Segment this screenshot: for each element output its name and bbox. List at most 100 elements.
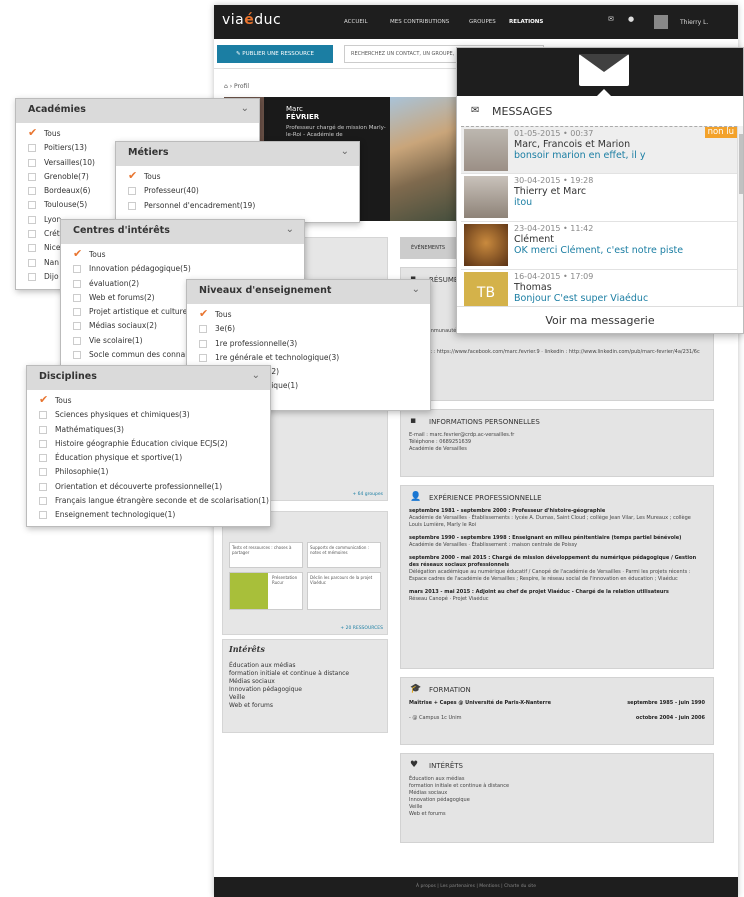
filter-option[interactable]: ✔ Tous [128,170,359,184]
avatar[interactable] [654,15,668,29]
message-item[interactable]: 30-04-2015 • 19:28 Thierry et Marc itou [461,174,737,222]
user-name[interactable]: Thierry L. [680,19,708,26]
info-email[interactable]: E-mail : marc.fevrier@crdp.ac-versailles… [401,432,713,439]
checkbox[interactable] [28,172,36,181]
filter-option[interactable]: Histoire géographie Éducation civique EC… [39,437,270,451]
more-resources-link[interactable]: + 20 RESSOURCES [340,626,383,631]
filter-option[interactable]: Innovation pédagogique(5) [73,262,304,276]
message-sender: Clément [514,234,554,245]
checkbox[interactable] [28,272,36,281]
checkmark-icon[interactable]: ✔ [199,308,208,321]
checkbox[interactable] [39,482,47,491]
resume-links[interactable]: facebook : https://www.facebook.com/marc… [401,349,713,356]
message-list: 01-05-2015 • 00:37 Marc, Francois et Mar… [461,126,737,306]
filter-option[interactable]: ✔ Tous [28,127,259,141]
checkbox[interactable] [39,439,47,448]
filter-option[interactable]: ✔ Tous [73,248,304,262]
checkbox[interactable] [39,425,47,434]
checkbox[interactable] [73,351,81,360]
filter-header[interactable]: Métiers ⌄ [116,142,359,166]
checkmark-icon[interactable]: ✔ [39,394,48,407]
checkbox[interactable] [39,497,47,506]
filter-header[interactable]: Centres d'intérêts ⌄ [61,220,304,244]
checkbox[interactable] [28,244,36,253]
checkbox[interactable] [28,201,36,210]
filter-option[interactable]: 1re générale et technologique(3) [199,351,430,365]
checkbox[interactable] [39,454,47,463]
nav-contributions[interactable]: MES CONTRIBUTIONS [390,19,449,25]
checkbox[interactable] [73,322,81,331]
checkbox[interactable] [199,353,207,362]
chevron-down-icon[interactable]: ⌄ [252,370,260,381]
nav-relations[interactable]: RELATIONS [509,19,543,25]
publish-button[interactable]: ✎ PUBLIER UNE RESSOURCE [217,45,333,63]
filter-option[interactable]: Personnel d'encadrement(19) [128,199,359,213]
checkbox[interactable] [73,308,81,317]
chevron-down-icon[interactable]: ⌄ [412,284,420,295]
graduation-cap-icon: 🎓 [410,684,422,694]
checkbox[interactable] [199,339,207,348]
checkbox[interactable] [28,144,36,153]
scrollbar[interactable] [737,126,743,306]
resource-card[interactable]: Déclin les parcours de la projet Viaéduc [307,572,381,610]
checkbox[interactable] [28,258,36,267]
experience-item: mars 2013 - mai 2015 : Adjoint au chef d… [409,589,669,602]
checkbox[interactable] [128,187,136,196]
logo[interactable]: viaéduc [222,12,281,28]
more-groups-link[interactable]: + 64 groupes [352,492,383,497]
message-item[interactable]: TB 16-04-2015 • 17:09 Thomas Bonjour C'e… [461,270,737,306]
checkmark-icon[interactable]: ✔ [128,170,137,183]
nav-accueil[interactable]: ACCUEIL [344,19,368,25]
checkbox[interactable] [73,279,81,288]
filter-option[interactable]: ✔ Tous [199,308,430,322]
filter-option[interactable]: ✔ Tous [39,394,270,408]
checkbox[interactable] [128,201,136,210]
filter-header[interactable]: Niveaux d'enseignement ⌄ [187,280,430,304]
checkbox[interactable] [28,215,36,224]
filter-option[interactable]: Enseignement technologique(1) [39,508,270,522]
message-preview: Bonjour C'est super Viaéduc [514,293,649,304]
checkmark-icon[interactable]: ✔ [28,127,37,140]
mail-icon[interactable]: ✉ [608,15,614,23]
filter-header[interactable]: Académies ⌄ [16,99,259,123]
filter-option-label: Grenoble(7) [44,171,89,181]
resource-card[interactable]: Tests et ressources : choses à partager [229,542,303,568]
filter-option[interactable]: 1re professionnelle(3) [199,337,430,351]
checkbox[interactable] [73,336,81,345]
checkbox[interactable] [39,468,47,477]
checkbox[interactable] [39,511,47,520]
chevron-down-icon[interactable]: ⌄ [286,224,294,235]
view-messages-link[interactable]: Voir ma messagerie [457,306,743,333]
checkbox[interactable] [39,411,47,420]
tab-evenements[interactable]: ÉVÉNEMENTS [400,237,456,259]
checkbox[interactable] [73,293,81,302]
resource-card[interactable]: Supports de communication : notes et mém… [307,542,381,568]
breadcrumb[interactable]: ⌂ › Profil [224,83,249,90]
filter-option[interactable]: Orientation et découverte professionnell… [39,480,270,494]
message-item[interactable]: 01-05-2015 • 00:37 Marc, Francois et Mar… [461,126,737,174]
message-date: 16-04-2015 • 17:09 [514,272,594,281]
checkbox[interactable] [28,187,36,196]
checkbox[interactable] [28,158,36,167]
scroll-thumb[interactable] [739,134,743,194]
filter-option[interactable]: Professeur(40) [128,184,359,198]
checkmark-icon[interactable]: ✔ [73,248,82,261]
chevron-down-icon[interactable]: ⌄ [241,103,249,114]
section-title: INTÉRÊTS [429,762,464,770]
footer[interactable]: À propos | Les partenaires | Mentions | … [214,877,738,897]
filter-option[interactable]: Philosophie(1) [39,465,270,479]
nav-groupes[interactable]: GROUPES [469,19,496,25]
checkbox[interactable] [73,265,81,274]
chevron-down-icon[interactable]: ⌄ [341,146,349,157]
filter-header[interactable]: Disciplines ⌄ [27,366,270,390]
filter-option[interactable]: Mathématiques(3) [39,423,270,437]
checkbox[interactable] [28,230,36,239]
filter-option[interactable]: Sciences physiques et chimiques(3) [39,408,270,422]
filter-option[interactable]: Éducation physique et sportive(1) [39,451,270,465]
filter-option[interactable]: 3e(6) [199,322,430,336]
notification-icon[interactable]: ● [628,15,634,23]
message-item[interactable]: 23-04-2015 • 11:42 Clément OK merci Clém… [461,222,737,270]
checkbox[interactable] [199,325,207,334]
resource-card[interactable]: Présentation Rucur [229,572,303,610]
filter-option[interactable]: Français langue étrangère seconde et de … [39,494,270,508]
